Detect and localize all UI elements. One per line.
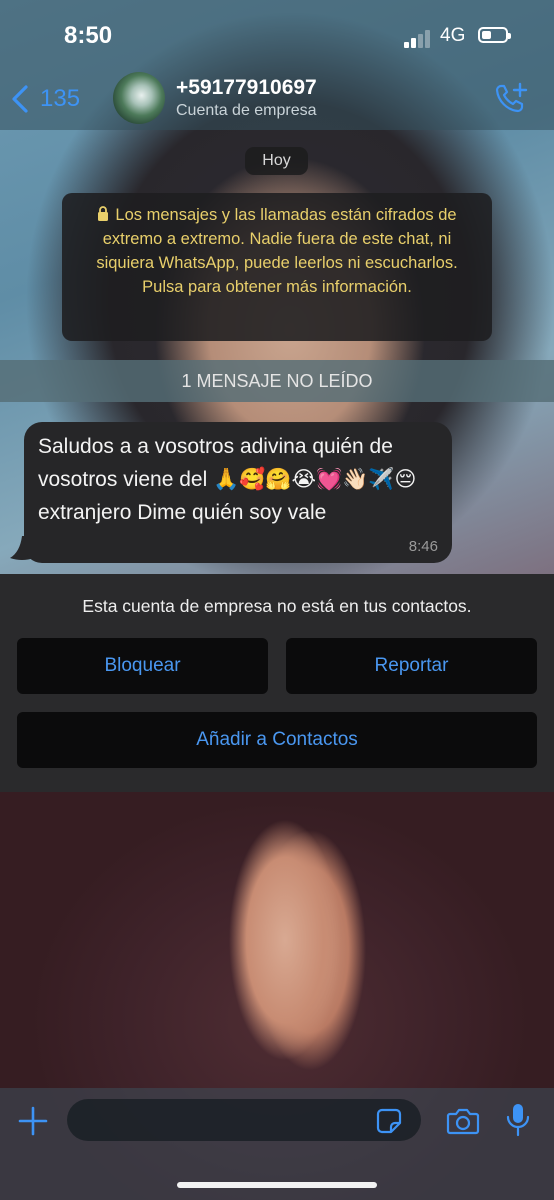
unread-chats-count: 135 [40, 85, 81, 112]
status-time: 8:50 [64, 22, 113, 49]
back-button[interactable]: 135 [8, 82, 80, 116]
add-contact-button[interactable]: Añadir a Contactos [17, 712, 537, 768]
report-button[interactable]: Reportar [286, 638, 537, 694]
contact-name[interactable]: +59177910697 [176, 76, 317, 100]
contact-subtitle: Cuenta de empresa [176, 102, 317, 119]
phone-add-icon[interactable] [494, 82, 528, 114]
message-bubble[interactable]: Saludos a a vosotros adivina quién de vo… [24, 422, 452, 563]
network-type: 4G [440, 25, 466, 46]
microphone-icon[interactable] [505, 1102, 531, 1138]
block-button[interactable]: Bloquear [17, 638, 268, 694]
business-notice: Esta cuenta de empresa no está en tus co… [82, 596, 472, 616]
business-account-panel: Esta cuenta de empresa no está en tus co… [0, 574, 554, 792]
sticker-icon[interactable] [376, 1108, 402, 1134]
encryption-notice[interactable]: Los mensajes y las llamadas están cifrad… [62, 193, 492, 341]
chevron-left-icon [12, 85, 28, 113]
lock-icon [98, 206, 109, 221]
status-bar: 8:50 4G [0, 0, 554, 68]
battery-icon [478, 27, 511, 43]
date-separator: Hoy [245, 147, 308, 175]
plus-icon[interactable] [18, 1106, 48, 1136]
encryption-text: Los mensajes y las llamadas están cifrad… [96, 206, 458, 296]
unread-banner: 1 MENSAJE NO LEÍDO [0, 360, 554, 402]
chat-header: 135 +59177910697 Cuenta de empresa [0, 68, 554, 130]
avatar[interactable] [113, 72, 165, 124]
message-input[interactable] [67, 1099, 421, 1141]
message-time: 8:46 [408, 538, 438, 555]
home-indicator[interactable] [177, 1182, 377, 1188]
message-text: Saludos a a vosotros adivina quién de vo… [38, 435, 417, 524]
camera-icon[interactable] [446, 1107, 480, 1135]
wallpaper-praying-hands [190, 790, 390, 1100]
signal-icon [404, 30, 434, 48]
